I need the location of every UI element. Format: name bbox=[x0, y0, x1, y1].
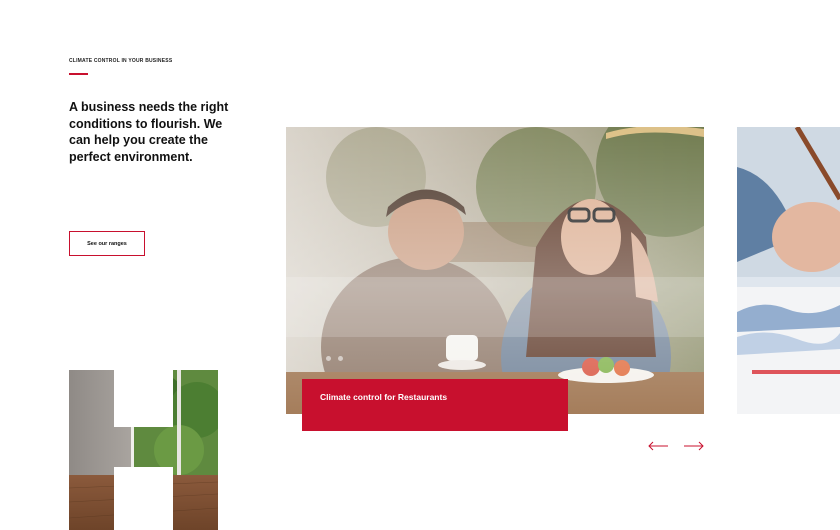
eyebrow-accent-line bbox=[69, 73, 88, 75]
slide-caption-button[interactable]: Climate control for Restaurants bbox=[302, 379, 568, 431]
see-our-ranges-button[interactable]: See our ranges bbox=[69, 231, 145, 256]
pagination-dot[interactable] bbox=[326, 356, 331, 361]
h-logo-image bbox=[69, 370, 218, 530]
intro-headline: A business needs the right conditions to… bbox=[69, 100, 229, 164]
slide-pagination bbox=[326, 356, 343, 361]
arrow-left-icon[interactable] bbox=[647, 440, 669, 452]
carousel-slide-next[interactable] bbox=[737, 127, 840, 414]
section-eyebrow: CLIMATE CONTROL IN YOUR BUSINESS bbox=[69, 58, 173, 64]
carousel-slide-active[interactable] bbox=[286, 127, 704, 414]
writing-hand-image bbox=[737, 127, 840, 414]
restaurant-image bbox=[286, 127, 704, 414]
pagination-dot[interactable] bbox=[338, 356, 343, 361]
arrow-right-icon[interactable] bbox=[683, 440, 705, 452]
